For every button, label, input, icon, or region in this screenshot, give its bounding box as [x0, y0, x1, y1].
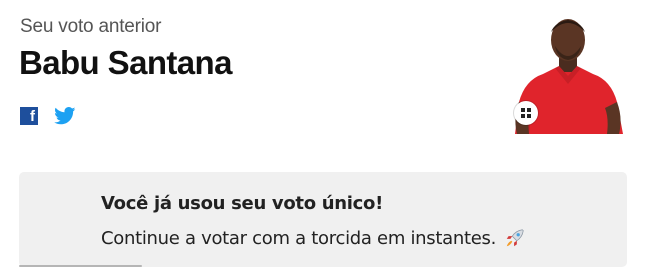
rocket-icon — [506, 229, 524, 247]
previous-vote-label: Seu voto anterior — [20, 16, 162, 37]
facebook-glyph: f — [30, 108, 35, 125]
single-vote-notice: Você já usou seu voto único! Continue a … — [19, 172, 627, 267]
vote-result-card: Seu voto anterior Babu Santana f Você já… — [0, 0, 665, 279]
twitter-icon[interactable] — [54, 107, 76, 125]
notice-message: Continue a votar com a torcida em instan… — [101, 227, 496, 249]
facebook-icon[interactable]: f — [20, 107, 38, 125]
expand-icon — [521, 108, 531, 118]
candidate-name: Babu Santana — [19, 44, 232, 81]
notice-title: Você já usou seu voto único! — [101, 193, 383, 214]
share-row: f — [20, 107, 76, 125]
expand-photo-button[interactable] — [514, 101, 538, 125]
notice-message-row: Continue a votar com a torcida em instan… — [101, 227, 526, 249]
notice-progress-bar — [19, 265, 142, 267]
